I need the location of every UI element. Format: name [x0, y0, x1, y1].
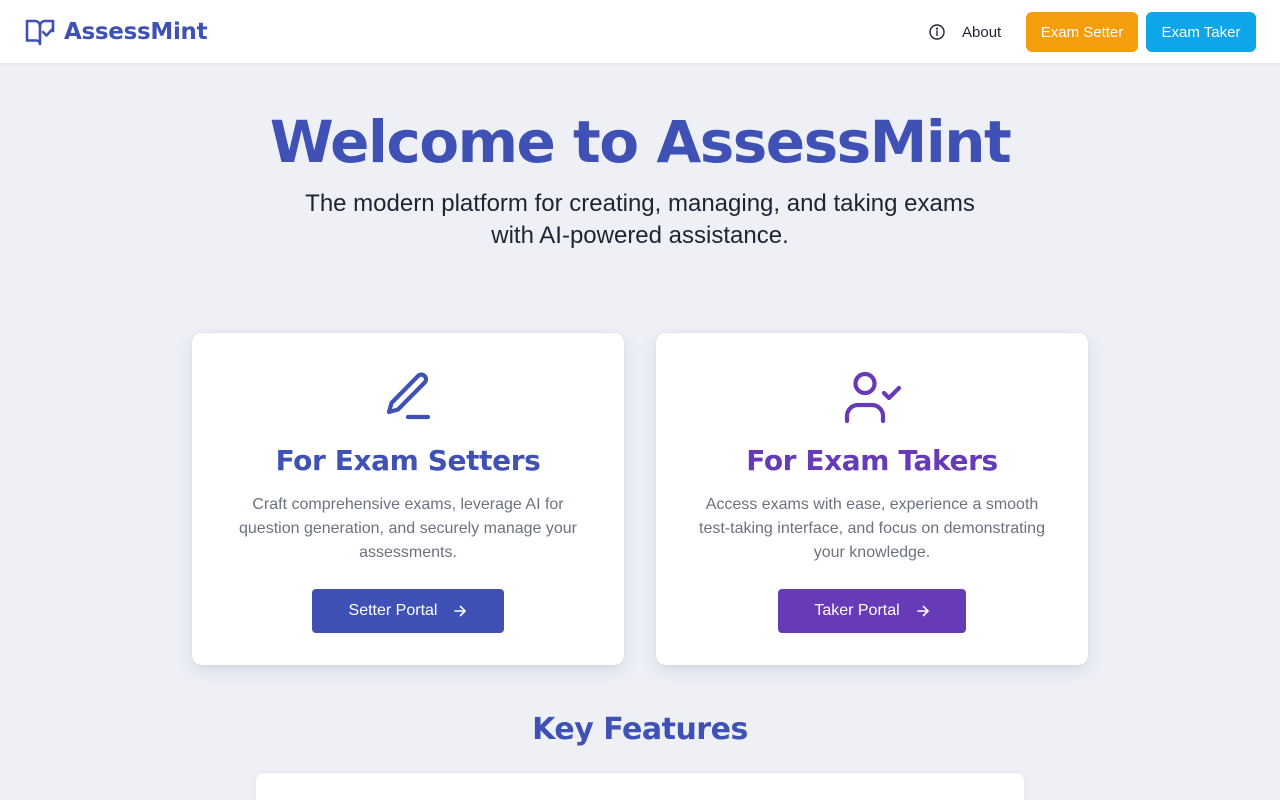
arrow-right-icon: [453, 604, 467, 618]
taker-card: For Exam Takers Access exams with ease, …: [656, 333, 1088, 665]
setter-card: For Exam Setters Craft comprehensive exa…: [192, 333, 624, 665]
hero-subtitle: The modern platform for creating, managi…: [305, 190, 975, 249]
exam-setter-button[interactable]: Exam Setter: [1026, 12, 1138, 52]
brand-logo[interactable]: AssessMint: [24, 16, 208, 48]
about-label: About: [962, 23, 1002, 41]
taker-portal-button[interactable]: Taker Portal: [778, 589, 966, 633]
setter-card-description: Craft comprehensive exams, leverage AI f…: [239, 496, 577, 561]
brand-name: AssessMint: [64, 19, 208, 45]
user-check-icon: [842, 369, 902, 425]
exam-taker-button[interactable]: Exam Taker: [1146, 12, 1256, 52]
about-link[interactable]: About: [928, 20, 1001, 44]
features-heading: Key Features: [532, 712, 748, 747]
taker-card-title: For Exam Takers: [746, 444, 998, 477]
setter-portal-button[interactable]: Setter Portal: [312, 589, 504, 633]
setter-card-title: For Exam Setters: [275, 444, 541, 477]
pencil-line-icon: [378, 369, 438, 425]
book-check-icon: [24, 17, 56, 47]
features-panel: [256, 773, 1024, 800]
top-navbar: AssessMint About Exam Setter Exam Taker: [0, 0, 1280, 64]
info-icon: [928, 23, 946, 41]
taker-card-description: Access exams with ease, experience a smo…: [699, 496, 1045, 561]
setter-portal-label: Setter Portal: [348, 602, 438, 619]
hero-title: Welcome to AssessMint: [269, 108, 1012, 176]
taker-portal-label: Taker Portal: [814, 602, 900, 619]
arrow-right-icon: [916, 604, 930, 618]
